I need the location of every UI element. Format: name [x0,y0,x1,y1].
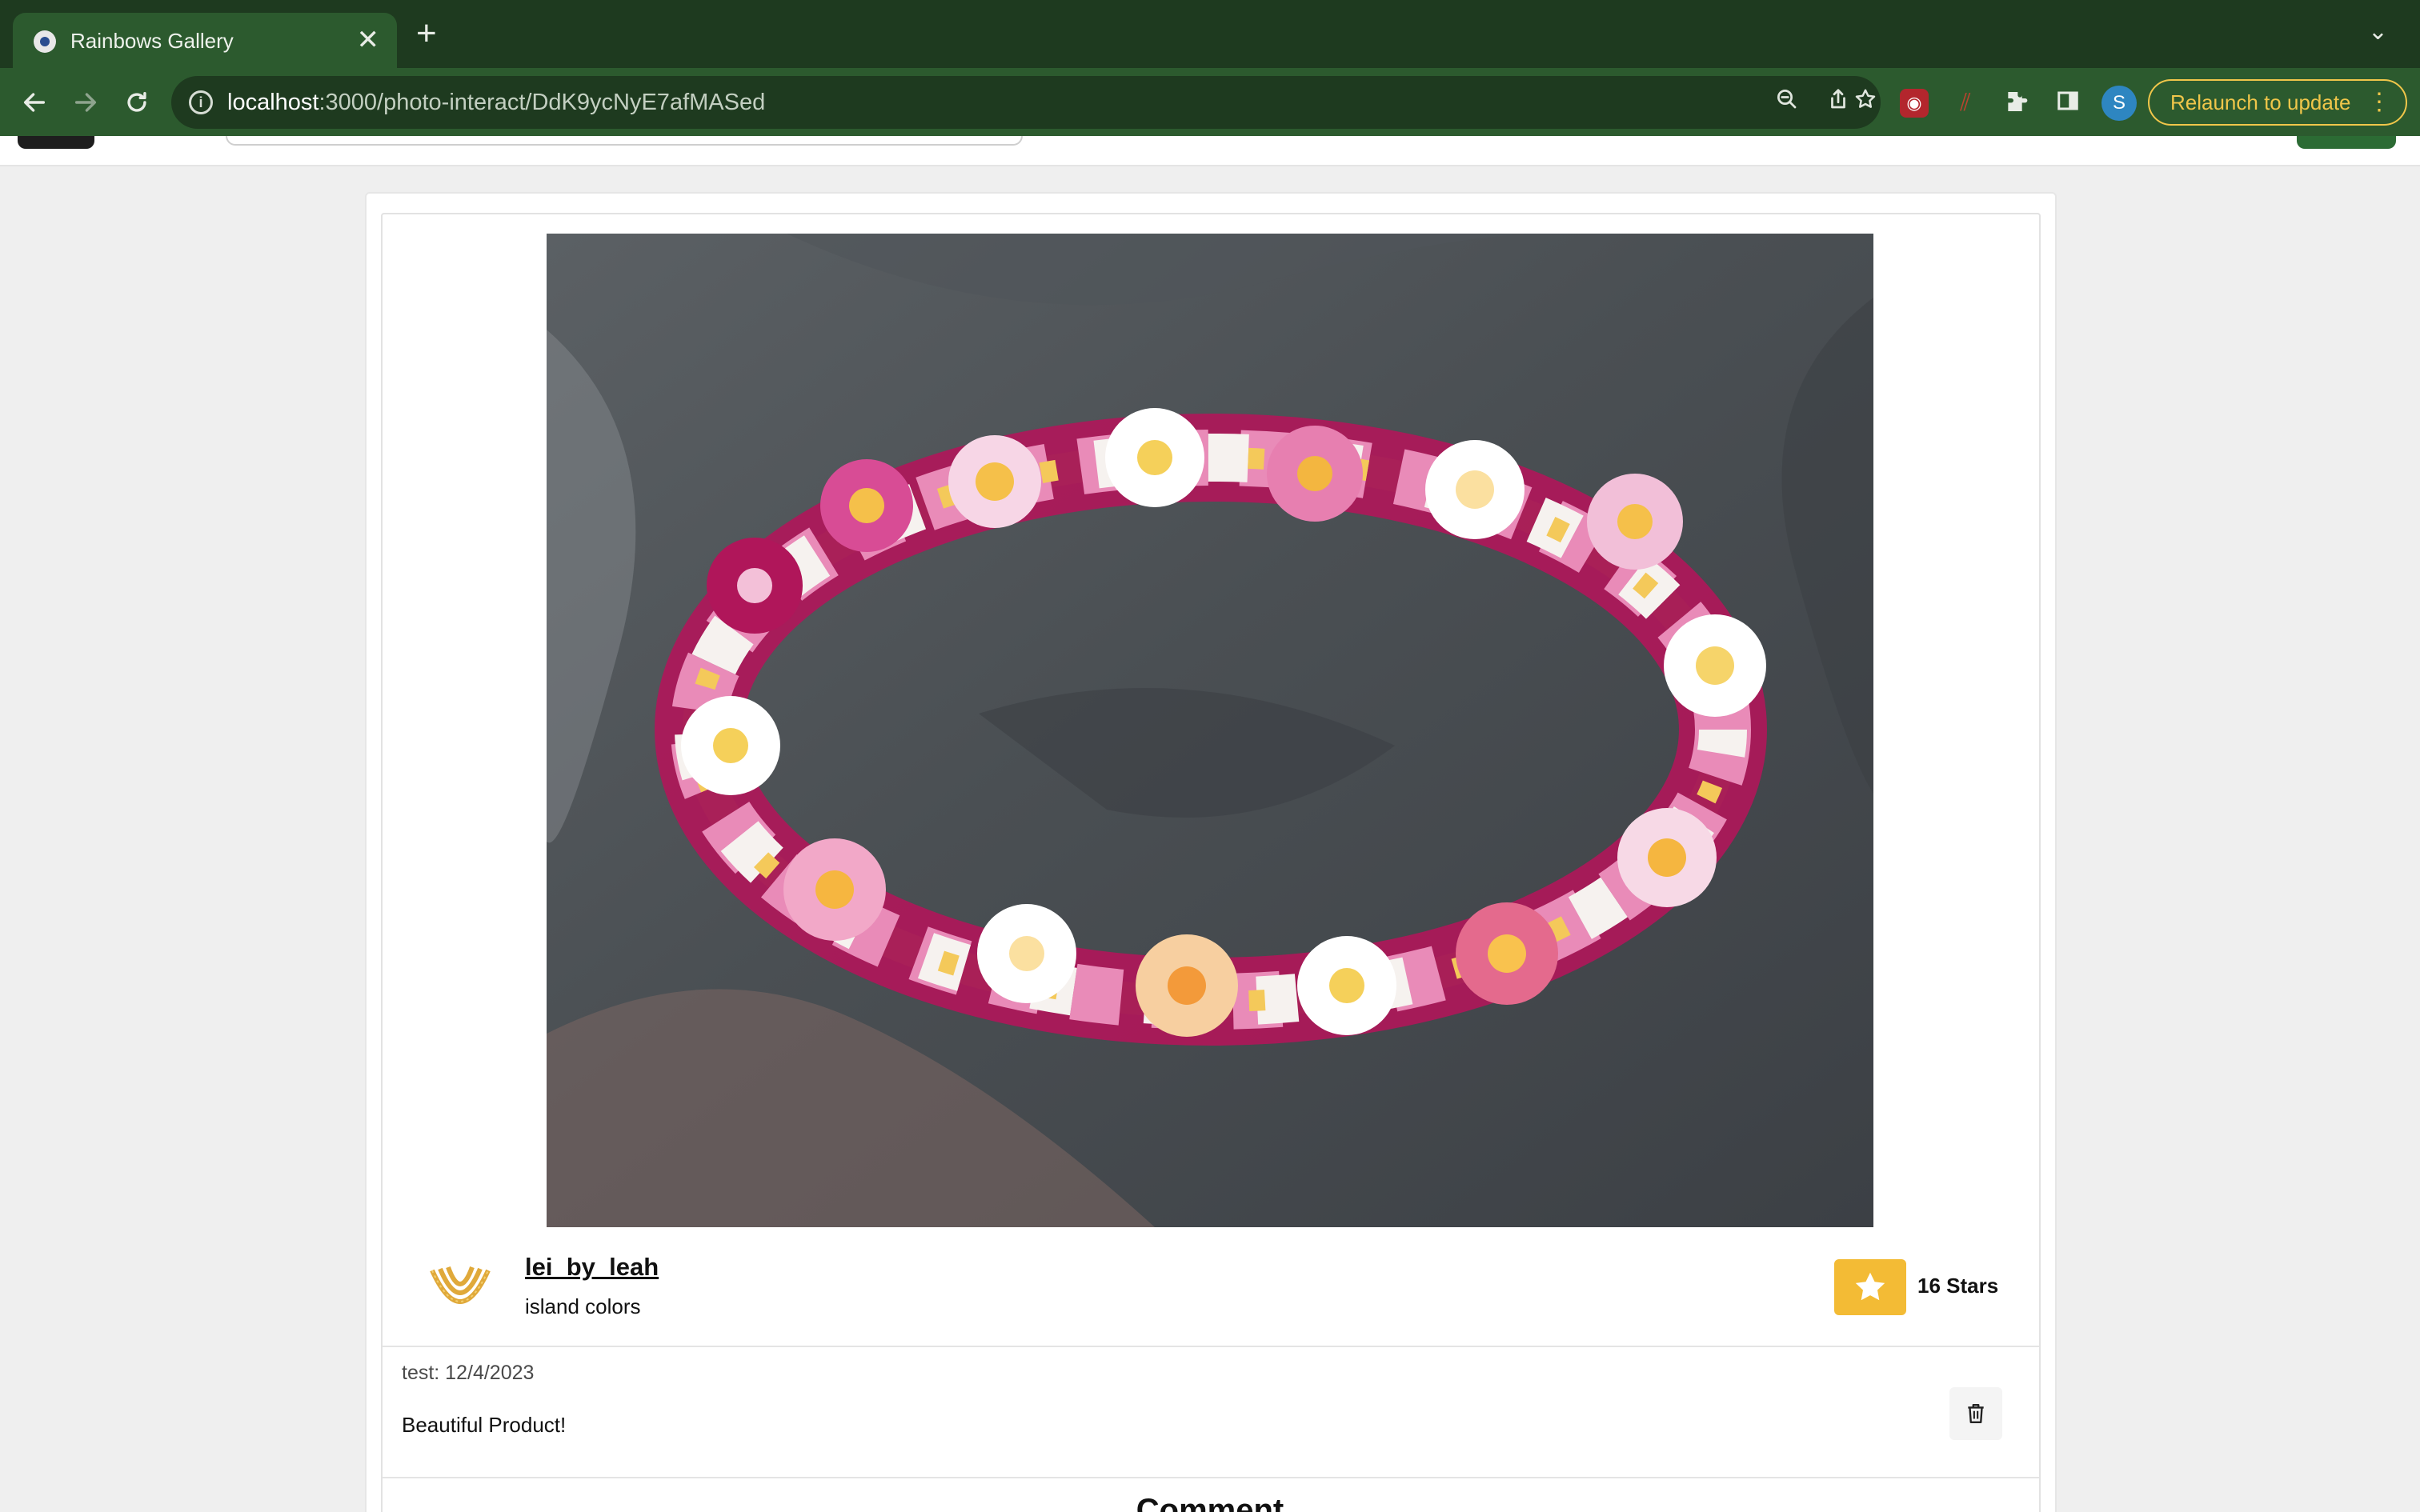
delete-comment-button[interactable] [1949,1387,2002,1440]
extensions-puzzle-icon[interactable] [2002,89,2031,118]
profile-avatar[interactable]: S [2101,86,2137,121]
post-username-link[interactable]: lei_by_leah [525,1253,659,1282]
zoom-icon[interactable] [1772,87,1802,118]
bookmark-star-icon[interactable] [1850,87,1881,118]
address-bar[interactable]: i localhost:3000/photo-interact/DdK9ycNy… [171,76,1881,129]
comment-section-heading: Comment [1136,1493,1284,1512]
site-info-icon[interactable]: i [189,90,213,114]
share-icon[interactable] [1823,87,1853,118]
post-meta-row: lei_by_leah island colors 16 Stars [383,1227,2039,1347]
back-button[interactable] [14,82,54,122]
divider [383,1477,2039,1478]
trash-icon [1968,1404,1984,1423]
site-header [0,136,2420,166]
reload-button[interactable] [117,82,157,122]
extension-stripes-icon[interactable]: ⫽ [1951,89,1980,118]
divider [383,1346,2039,1347]
tab-search-chevron-icon[interactable]: ⌄ [2368,18,2388,46]
browser-tab-strip: Rainbows Gallery ✕ + ⌄ [0,0,2420,68]
site-logo[interactable] [18,136,94,149]
new-tab-button[interactable]: + [416,16,437,51]
comment-author-date: test: 12/4/2023 [402,1362,535,1384]
star-button[interactable] [1834,1259,1906,1315]
arrow-right-icon [74,93,97,112]
tab-close-icon[interactable]: ✕ [357,24,380,56]
relaunch-to-update-button[interactable]: Relaunch to update ⋮ [2148,79,2407,126]
reload-icon [127,91,146,112]
browser-tab[interactable]: Rainbows Gallery ✕ [13,13,397,68]
url-text[interactable]: localhost:3000/photo-interact/DdK9ycNyE7… [227,90,765,116]
lei-logo-icon [430,1266,491,1304]
star-count: 16 Stars [1917,1274,1999,1298]
relaunch-label: Relaunch to update [2170,90,2351,114]
post-photo [547,234,1873,1227]
browser-toolbar: i localhost:3000/photo-interact/DdK9ycNy… [0,68,2420,136]
post-caption: island colors [525,1294,641,1318]
tab-title: Rainbows Gallery [70,29,234,53]
extension-red-icon[interactable]: ◉ [1900,89,1929,118]
browser-menu-icon[interactable]: ⋮ [2367,81,2391,124]
comment-text: Beautiful Product! [402,1413,567,1437]
side-panel-icon[interactable] [2053,89,2082,118]
site-favicon-icon [34,30,56,53]
arrow-left-icon [23,93,46,112]
user-avatar[interactable] [424,1253,496,1325]
star-icon [1855,1272,1885,1301]
header-action-button[interactable] [2297,136,2396,149]
forward-button[interactable] [66,82,106,122]
site-search-input[interactable] [226,136,1023,146]
